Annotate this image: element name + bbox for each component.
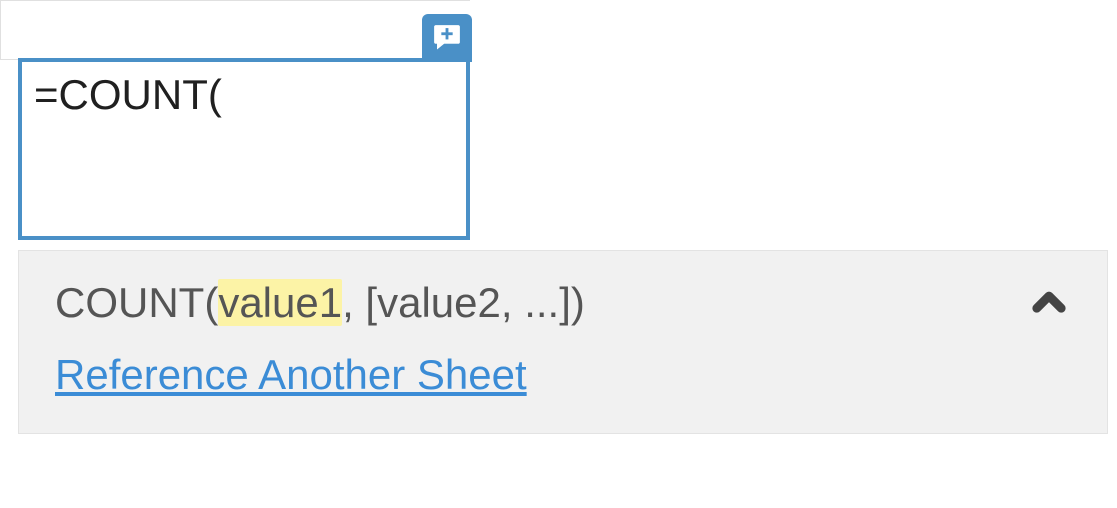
formula-signature: COUNT(value1, [value2, ...])	[55, 279, 1071, 327]
signature-current-arg: value1	[218, 279, 342, 326]
formula-input[interactable]	[18, 58, 470, 240]
comment-plus-icon	[430, 21, 464, 55]
chevron-up-icon	[1028, 282, 1070, 324]
formula-tooltip: COUNT(value1, [value2, ...]) Reference A…	[18, 250, 1108, 434]
signature-suffix: , [value2, ...])	[342, 279, 585, 326]
add-comment-button[interactable]	[422, 14, 472, 62]
cell-grid-hint	[0, 0, 470, 60]
collapse-tooltip-button[interactable]	[1027, 281, 1071, 325]
reference-another-sheet-link[interactable]: Reference Another Sheet	[55, 351, 527, 398]
signature-prefix: COUNT(	[55, 279, 218, 326]
